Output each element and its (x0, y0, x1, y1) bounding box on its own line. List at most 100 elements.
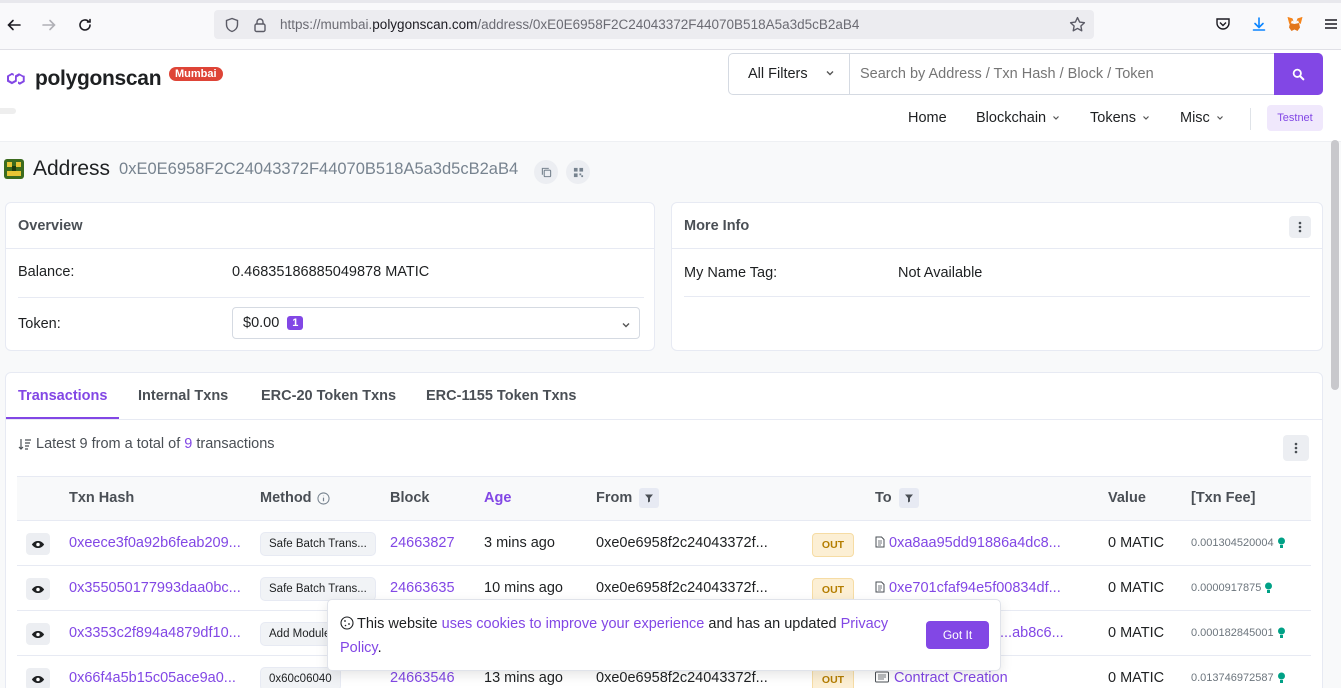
search-button[interactable] (1274, 53, 1323, 95)
nav-blockchain[interactable]: Blockchain (976, 110, 1060, 126)
name-tag-label: My Name Tag: (684, 265, 778, 281)
nav-blockchain-label: Blockchain (976, 110, 1047, 126)
summary-count[interactable]: 9 (184, 436, 192, 452)
to-address-text: 0xe701cfaf94e5f00834df... (889, 580, 1061, 596)
search-icon (1292, 68, 1305, 80)
block-link[interactable]: 24663635 (390, 580, 455, 596)
polygonscan-logo[interactable]: polygonscan (5, 67, 162, 91)
cookie-banner: This website uses cookies to improve you… (327, 599, 1001, 671)
fee-text: 0.0000917875 (1191, 582, 1273, 594)
to-address-link[interactable]: ...ab8c6... (1000, 625, 1064, 641)
info-icon[interactable] (316, 491, 330, 505)
search-input[interactable] (850, 54, 1274, 94)
col-to-label: To (875, 490, 892, 506)
cookie-message: This website uses cookies to improve you… (340, 612, 900, 660)
token-count-badge: 1 (287, 316, 304, 330)
to-address-link[interactable]: 0xe701cfaf94e5f00834df... (875, 580, 1061, 596)
summary-prefix: Latest 9 from a total of (36, 436, 181, 452)
token-label: Token: (18, 316, 61, 332)
tab-transactions[interactable]: Transactions (18, 388, 107, 404)
lightbulb-icon[interactable] (1264, 582, 1273, 594)
txn-hash-link[interactable]: 0x3353c2f894a4879df10... (69, 625, 241, 641)
shield-icon[interactable] (224, 17, 240, 33)
chevron-down-icon (826, 71, 834, 76)
download-icon[interactable] (1249, 14, 1269, 34)
col-txn-fee: [Txn Fee] (1191, 490, 1256, 506)
txn-hash-link[interactable]: 0x355050177993daa0bc... (69, 580, 241, 596)
cookie-text-2: and has an updated (704, 616, 841, 632)
reload-icon[interactable] (74, 14, 96, 36)
col-to: To (875, 488, 919, 508)
tab-internal-txns[interactable]: Internal Txns (138, 388, 228, 404)
address-avatar-icon (4, 159, 24, 179)
nav-tokens-label: Tokens (1090, 110, 1136, 126)
col-value: Value (1108, 490, 1146, 506)
col-method: Method (260, 490, 330, 506)
transactions-options-button[interactable] (1283, 435, 1309, 461)
tab-erc20-token-txns[interactable]: ERC-20 Token Txns (261, 388, 396, 404)
txn-hash-link[interactable]: 0x66f4a5b15c05ace9a0... (69, 670, 236, 686)
lightbulb-icon[interactable] (1277, 627, 1286, 639)
cookies-policy-link[interactable]: uses cookies to improve your experience (442, 616, 705, 632)
metamask-fox-icon[interactable] (1285, 14, 1305, 34)
address-hash: 0xE0E6958F2C24043372F44070B518A5a3d5cB2a… (119, 159, 519, 178)
eye-icon[interactable] (26, 623, 50, 645)
menu-icon[interactable] (1321, 14, 1341, 34)
col-age[interactable]: Age (484, 490, 511, 506)
browser-toolbar: https://mumbai.polygonscan.com/address/0… (0, 0, 1341, 50)
lock-icon[interactable] (252, 17, 268, 33)
balance-label: Balance: (18, 264, 75, 280)
nav-misc[interactable]: Misc (1180, 110, 1224, 126)
fee-value: 0.0000917875 (1191, 582, 1262, 594)
forward-icon[interactable] (38, 14, 60, 36)
from-address: 0xe0e6958f2c24043372f... (596, 670, 768, 686)
logo-text: polygonscan (35, 67, 162, 90)
lightbulb-icon[interactable] (1277, 537, 1286, 549)
to-address-link[interactable]: 0xa8aa95dd91886a4dc8... (875, 535, 1061, 551)
nav-tokens[interactable]: Tokens (1090, 110, 1150, 126)
eye-icon[interactable] (26, 578, 50, 600)
token-holdings-dropdown[interactable]: $0.00 1 (232, 307, 640, 339)
address-bar[interactable]: https://mumbai.polygonscan.com/address/0… (214, 10, 1094, 39)
cookie-text-1: This website (357, 616, 442, 632)
page-scrollbar[interactable] (1331, 140, 1339, 390)
token-value: $0.00 (243, 315, 280, 331)
summary-suffix: transactions (196, 436, 275, 452)
to-address-link[interactable]: Contract Creation (875, 670, 1008, 686)
url-text[interactable]: https://mumbai.polygonscan.com/address/0… (280, 17, 859, 32)
sidebar-handle[interactable] (0, 108, 16, 114)
direction-badge: OUT (812, 533, 854, 557)
fee-text: 0.001304520004 (1191, 537, 1286, 549)
eye-icon[interactable] (26, 668, 50, 688)
overview-card: Overview Balance: 0.46835186885049878 MA… (5, 202, 655, 351)
eye-icon[interactable] (26, 533, 50, 555)
col-txn-hash: Txn Hash (69, 490, 135, 506)
got-it-button[interactable]: Got It (926, 621, 989, 649)
block-link[interactable]: 24663827 (390, 535, 455, 551)
cookie-text-3: . (377, 640, 382, 656)
filter-dropdown[interactable]: All Filters (729, 54, 850, 94)
block-link[interactable]: 24663546 (390, 670, 455, 686)
more-info-options-button[interactable] (1289, 216, 1311, 238)
col-block: Block (390, 490, 430, 506)
contract-icon (875, 581, 885, 593)
testnet-button[interactable]: Testnet (1267, 105, 1323, 131)
overview-title-text: Overview (18, 217, 83, 234)
filter-icon[interactable] (898, 488, 919, 508)
copy-address-button[interactable] (534, 160, 558, 184)
back-icon[interactable] (3, 14, 25, 36)
bookmark-star-icon[interactable] (1069, 16, 1086, 33)
nav-home[interactable]: Home (908, 110, 947, 126)
pocket-icon[interactable] (1213, 14, 1233, 34)
filter-icon[interactable] (639, 488, 660, 508)
more-info-title: More Info (672, 203, 1322, 249)
lightbulb-icon[interactable] (1277, 672, 1286, 684)
col-from: From (596, 488, 660, 508)
value-text: 0 MATIC (1108, 670, 1165, 686)
tab-erc1155-token-txns[interactable]: ERC-1155 Token Txns (426, 388, 576, 404)
to-address-text: Contract Creation (894, 670, 1008, 686)
qr-code-button[interactable] (566, 160, 590, 184)
value-text: 0 MATIC (1108, 535, 1165, 551)
age-text: 10 mins ago (484, 580, 563, 596)
txn-hash-link[interactable]: 0xeece3f0a92b6feab209... (69, 535, 241, 551)
